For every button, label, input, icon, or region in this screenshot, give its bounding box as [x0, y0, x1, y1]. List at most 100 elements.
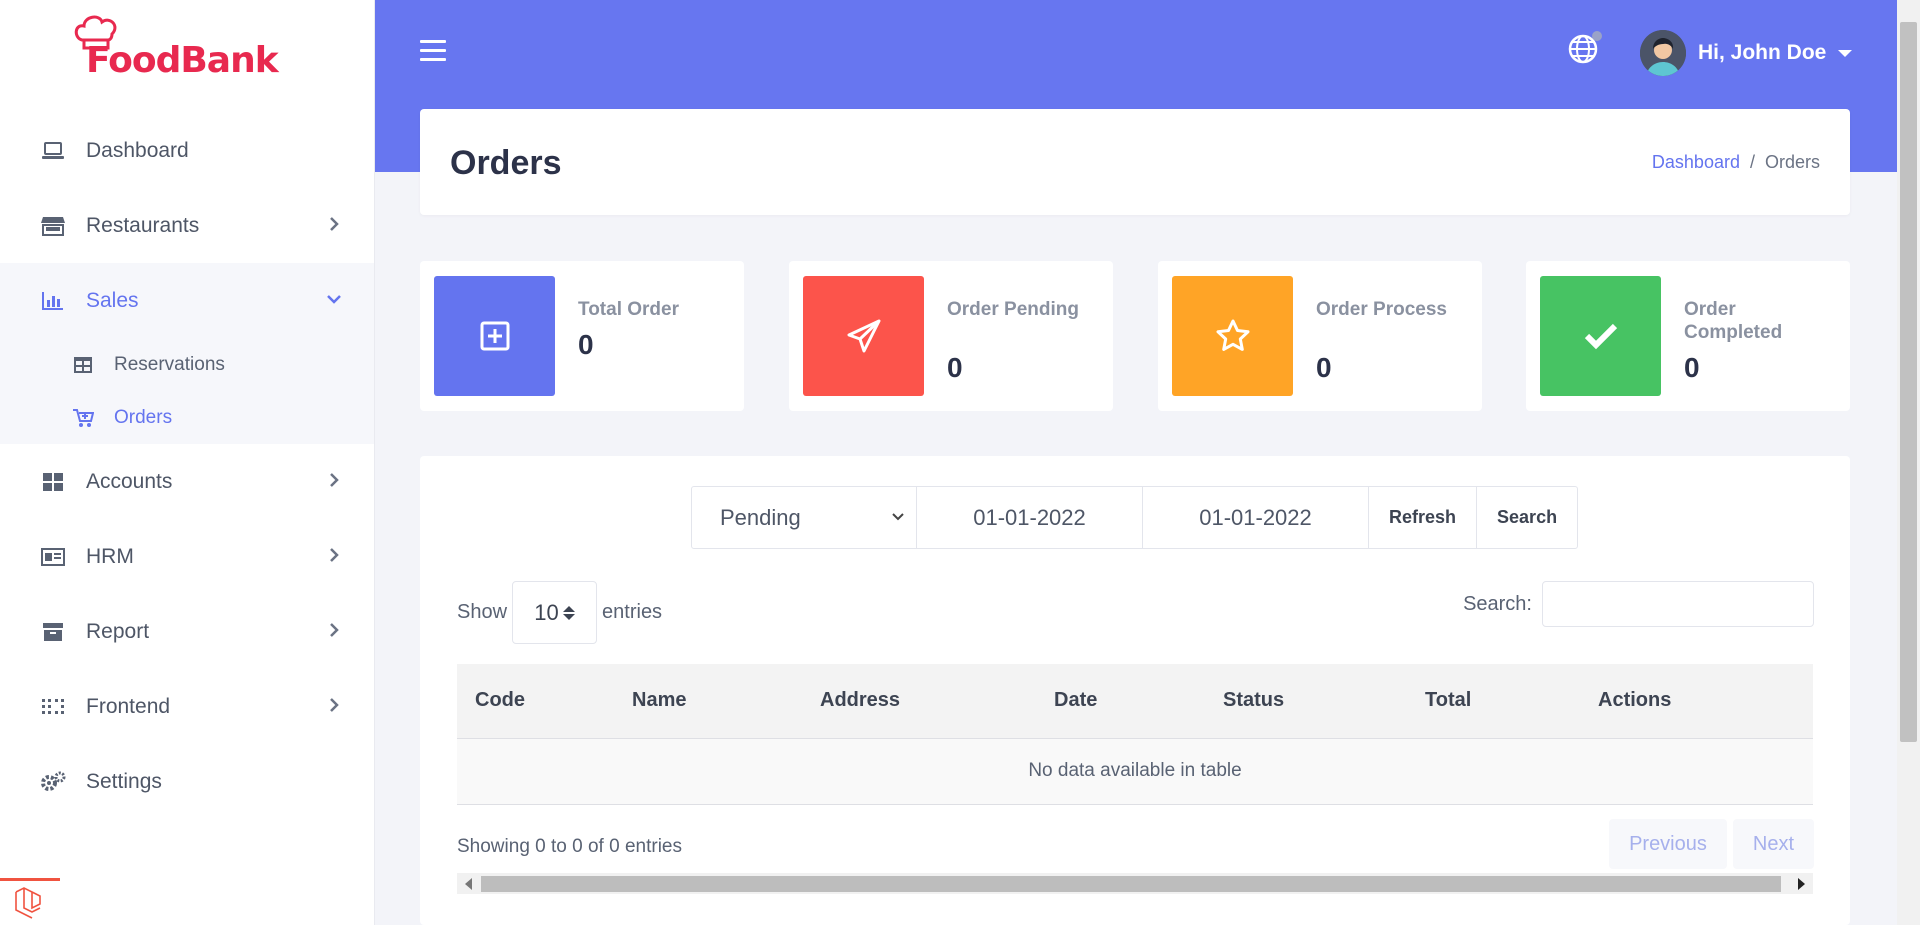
- chevron-right-icon: [330, 473, 339, 487]
- column-header-address[interactable]: Address: [802, 664, 1036, 739]
- laravel-icon: [15, 887, 41, 919]
- id-card-icon: [40, 544, 66, 570]
- chart-bar-icon: [40, 288, 66, 314]
- date-from-field[interactable]: 01-01-2022: [917, 487, 1143, 548]
- language-globe-icon[interactable]: [1568, 31, 1602, 66]
- order-filter-bar: Pending 01-01-2022 01-01-2022 Refresh Se…: [691, 486, 1579, 549]
- star-icon: [1216, 319, 1249, 351]
- archive-icon: [40, 619, 66, 645]
- sidebar-item-label: Restaurants: [86, 213, 200, 237]
- sidebar-item-label: Dashboard: [86, 138, 189, 162]
- notification-dot: [1592, 31, 1602, 41]
- gears-icon: [40, 769, 66, 795]
- sort-arrows-icon: [562, 605, 575, 620]
- chevron-down-icon: [892, 513, 904, 521]
- orders-card: Pending 01-01-2022 01-01-2022 Refresh Se…: [420, 456, 1850, 925]
- page-title: Orders: [450, 144, 562, 182]
- sidebar-item-accounts[interactable]: Accounts: [0, 444, 374, 519]
- table-info: Showing 0 to 0 of 0 entries: [457, 836, 682, 857]
- foodbank-logo[interactable]: FoodBank: [72, 14, 292, 84]
- sidebar-group-sales: Sales Reservations Orders: [0, 263, 374, 444]
- sidebar-item-restaurants[interactable]: Restaurants: [0, 188, 374, 263]
- page-length-control: Show 10 entries: [457, 581, 662, 644]
- sidebar-item-sales[interactable]: Sales: [0, 263, 374, 338]
- sidebar-subitem-reservations[interactable]: Reservations: [0, 338, 374, 391]
- stat-label: Order Completed: [1684, 299, 1783, 343]
- table-search: Search:: [1463, 581, 1814, 627]
- show-label: Show: [457, 601, 508, 623]
- stat-icon-box: [803, 276, 924, 396]
- breadcrumb-separator: /: [1749, 152, 1755, 172]
- sidebar-item-label: Accounts: [86, 469, 173, 493]
- stat-value: 0: [1316, 352, 1332, 383]
- paper-plane-icon: [847, 319, 880, 353]
- scroll-left-arrow-icon[interactable]: [465, 878, 472, 890]
- vertical-scrollbar[interactable]: [1897, 0, 1920, 925]
- sidebar-item-frontend[interactable]: Frontend: [0, 669, 374, 744]
- sidebar-subitem-orders[interactable]: Orders: [0, 391, 374, 444]
- avatar: [1640, 30, 1686, 76]
- table-row: No data available in table: [457, 738, 1813, 805]
- scrollbar-thumb[interactable]: [481, 876, 1781, 892]
- scroll-right-arrow-icon[interactable]: [1798, 878, 1805, 890]
- stat-card-order-pending: Order Pending 0: [789, 261, 1113, 411]
- search-button[interactable]: Search: [1477, 487, 1577, 548]
- status-select-value: Pending: [720, 504, 801, 530]
- scrollbar-thumb[interactable]: [1900, 22, 1917, 742]
- sidebar-item-dashboard[interactable]: Dashboard: [0, 113, 374, 188]
- stat-icon-box: [434, 276, 555, 396]
- refresh-button[interactable]: Refresh: [1369, 487, 1478, 548]
- grid-icon: [40, 469, 66, 495]
- status-select[interactable]: Pending: [692, 487, 917, 548]
- column-header-actions: Actions: [1580, 664, 1813, 739]
- user-menu[interactable]: Hi, John Doe: [1640, 30, 1853, 76]
- column-header-name[interactable]: Name: [614, 664, 802, 739]
- chevron-right-icon: [330, 548, 339, 562]
- column-header-date[interactable]: Date: [1036, 664, 1205, 739]
- table-header-row: Code Name Address Date Status Total Acti…: [457, 664, 1813, 739]
- sidebar-item-report[interactable]: Report: [0, 594, 374, 669]
- date-to-field[interactable]: 01-01-2022: [1143, 487, 1369, 548]
- stat-label: Order Process: [1316, 299, 1447, 320]
- orders-table: Code Name Address Date Status Total Acti…: [457, 664, 1813, 805]
- user-greeting: Hi, John Doe: [1698, 41, 1827, 64]
- sidebar-item-label: Frontend: [86, 694, 171, 718]
- chevron-right-icon: [330, 217, 339, 231]
- empty-table-message: No data available in table: [457, 738, 1813, 805]
- page-header-card: Orders Dashboard / Orders: [420, 109, 1850, 215]
- page-length-select[interactable]: 10: [512, 581, 598, 644]
- stat-label: Order Pending: [947, 299, 1079, 320]
- brand-name: FoodBank: [86, 40, 279, 81]
- column-header-total[interactable]: Total: [1407, 664, 1580, 739]
- sidebar-subitem-label: Reservations: [114, 353, 225, 375]
- sidebar-item-label: Settings: [86, 769, 162, 793]
- stat-value: 0: [578, 329, 594, 360]
- stat-value: 0: [1684, 352, 1700, 383]
- sidebar-item-hrm[interactable]: HRM: [0, 519, 374, 594]
- stat-card-total-order: Total Order 0: [420, 261, 744, 411]
- next-page-button[interactable]: Next: [1732, 819, 1814, 869]
- table-search-input[interactable]: [1542, 581, 1814, 627]
- store-icon: [40, 213, 66, 239]
- pagination: Previous Next: [1603, 819, 1814, 869]
- sidebar-subitem-label: Orders: [114, 406, 173, 428]
- column-header-status[interactable]: Status: [1205, 664, 1407, 739]
- horizontal-scrollbar[interactable]: [457, 873, 1813, 894]
- stat-card-order-process: Order Process 0: [1158, 261, 1482, 411]
- menu-toggle-icon[interactable]: [420, 40, 446, 62]
- previous-page-button[interactable]: Previous: [1609, 819, 1727, 869]
- sidebar-item-label: Sales: [86, 288, 139, 312]
- sidebar-item-label: Report: [86, 619, 150, 643]
- dots-grid-icon: [40, 694, 66, 720]
- caret-down-icon: [1838, 49, 1853, 57]
- column-header-code[interactable]: Code: [457, 664, 614, 739]
- stat-label: Total Order: [578, 299, 679, 320]
- sidebar-item-settings[interactable]: Settings: [0, 744, 374, 819]
- laravel-debugbar-toggle[interactable]: [0, 878, 60, 925]
- laptop-icon: [40, 138, 66, 164]
- chevron-right-icon: [330, 623, 339, 637]
- breadcrumb-link-dashboard[interactable]: Dashboard: [1652, 152, 1740, 172]
- sidebar-nav: Dashboard Restaurants Sales Reservations: [0, 113, 374, 819]
- sidebar: FoodBank Dashboard Restaurants Sales Res…: [0, 0, 375, 925]
- cart-icon: [72, 407, 94, 429]
